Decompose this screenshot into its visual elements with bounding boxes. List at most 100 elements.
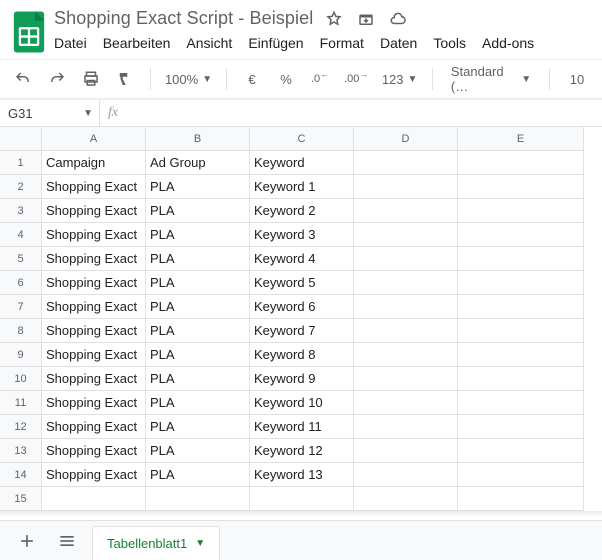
- font-size-input[interactable]: 10: [562, 66, 592, 92]
- sheet-tab-active[interactable]: Tabellenblatt1 ▼: [92, 526, 220, 560]
- cell[interactable]: PLA: [146, 391, 250, 415]
- row-header[interactable]: 7: [0, 295, 42, 319]
- cell[interactable]: PLA: [146, 367, 250, 391]
- cell[interactable]: Keyword 1: [250, 175, 354, 199]
- cell[interactable]: [250, 487, 354, 511]
- row-header[interactable]: 9: [0, 343, 42, 367]
- cell[interactable]: Keyword 7: [250, 319, 354, 343]
- cell[interactable]: [458, 415, 584, 439]
- menu-tools[interactable]: Tools: [433, 35, 466, 51]
- cell[interactable]: Shopping Exact: [42, 247, 146, 271]
- cell[interactable]: [458, 223, 584, 247]
- row-header[interactable]: 14: [0, 463, 42, 487]
- cell[interactable]: PLA: [146, 319, 250, 343]
- increase-decimal-button[interactable]: .00→: [341, 66, 371, 92]
- cloud-icon[interactable]: [389, 10, 407, 28]
- cell[interactable]: [354, 415, 458, 439]
- cell[interactable]: PLA: [146, 463, 250, 487]
- row-header[interactable]: 1: [0, 151, 42, 175]
- font-dropdown[interactable]: Standard (…▼: [445, 66, 537, 92]
- cell[interactable]: PLA: [146, 175, 250, 199]
- zoom-dropdown[interactable]: 100%▼: [163, 66, 214, 92]
- cell[interactable]: PLA: [146, 415, 250, 439]
- cell[interactable]: [354, 391, 458, 415]
- cell[interactable]: PLA: [146, 343, 250, 367]
- name-box[interactable]: G31▼: [0, 100, 100, 126]
- cell[interactable]: Shopping Exact: [42, 439, 146, 463]
- currency-button[interactable]: €: [239, 66, 265, 92]
- row-header[interactable]: 4: [0, 223, 42, 247]
- cell[interactable]: PLA: [146, 199, 250, 223]
- cell[interactable]: Shopping Exact: [42, 319, 146, 343]
- cell[interactable]: Keyword 9: [250, 367, 354, 391]
- row-header[interactable]: 10: [0, 367, 42, 391]
- row-header[interactable]: 11: [0, 391, 42, 415]
- select-all-corner[interactable]: [0, 127, 42, 151]
- percent-button[interactable]: %: [273, 66, 299, 92]
- cell[interactable]: [354, 175, 458, 199]
- undo-button[interactable]: [10, 66, 36, 92]
- add-sheet-button[interactable]: [12, 526, 42, 556]
- cell[interactable]: [354, 343, 458, 367]
- cell[interactable]: Keyword 6: [250, 295, 354, 319]
- doc-title[interactable]: Shopping Exact Script - Beispiel: [54, 8, 313, 29]
- row-header[interactable]: 2: [0, 175, 42, 199]
- formula-input[interactable]: [126, 100, 602, 126]
- cell[interactable]: Shopping Exact: [42, 295, 146, 319]
- cell[interactable]: [354, 223, 458, 247]
- cell[interactable]: Shopping Exact: [42, 271, 146, 295]
- cell[interactable]: Keyword 8: [250, 343, 354, 367]
- col-header-C[interactable]: C: [250, 127, 354, 151]
- cell[interactable]: Shopping Exact: [42, 223, 146, 247]
- cell[interactable]: Keyword 11: [250, 415, 354, 439]
- row-header[interactable]: 5: [0, 247, 42, 271]
- cell[interactable]: Shopping Exact: [42, 199, 146, 223]
- cell[interactable]: PLA: [146, 223, 250, 247]
- cell[interactable]: PLA: [146, 295, 250, 319]
- menu-ansicht[interactable]: Ansicht: [186, 35, 232, 51]
- cell[interactable]: [354, 487, 458, 511]
- spreadsheet-grid[interactable]: 123456789101112131415 ABCDE CampaignAd G…: [0, 127, 602, 511]
- row-header[interactable]: 13: [0, 439, 42, 463]
- cell[interactable]: [458, 439, 584, 463]
- col-header-B[interactable]: B: [146, 127, 250, 151]
- cell[interactable]: Keyword 10: [250, 391, 354, 415]
- cell[interactable]: [458, 247, 584, 271]
- menu-daten[interactable]: Daten: [380, 35, 417, 51]
- decrease-decimal-button[interactable]: .0←: [307, 66, 333, 92]
- cell[interactable]: [458, 487, 584, 511]
- cell[interactable]: Ad Group: [146, 151, 250, 175]
- row-header[interactable]: 6: [0, 271, 42, 295]
- col-header-D[interactable]: D: [354, 127, 458, 151]
- cell[interactable]: [354, 271, 458, 295]
- cell[interactable]: Shopping Exact: [42, 415, 146, 439]
- cell[interactable]: [42, 487, 146, 511]
- cell[interactable]: [354, 439, 458, 463]
- menu-format[interactable]: Format: [320, 35, 364, 51]
- cell[interactable]: [458, 343, 584, 367]
- cell[interactable]: [354, 247, 458, 271]
- cell[interactable]: PLA: [146, 247, 250, 271]
- cell[interactable]: Shopping Exact: [42, 463, 146, 487]
- cell[interactable]: [458, 463, 584, 487]
- cell[interactable]: [354, 151, 458, 175]
- row-header[interactable]: 15: [0, 487, 42, 511]
- sheets-logo[interactable]: [10, 8, 48, 56]
- cell[interactable]: PLA: [146, 271, 250, 295]
- cell[interactable]: Keyword: [250, 151, 354, 175]
- cell[interactable]: [458, 295, 584, 319]
- menu-einfügen[interactable]: Einfügen: [248, 35, 303, 51]
- all-sheets-button[interactable]: [52, 526, 82, 556]
- cell[interactable]: Shopping Exact: [42, 175, 146, 199]
- cell[interactable]: PLA: [146, 439, 250, 463]
- cell[interactable]: [458, 199, 584, 223]
- menu-bearbeiten[interactable]: Bearbeiten: [103, 35, 171, 51]
- row-header[interactable]: 12: [0, 415, 42, 439]
- cell[interactable]: Shopping Exact: [42, 367, 146, 391]
- cell[interactable]: [354, 295, 458, 319]
- cell[interactable]: [458, 391, 584, 415]
- cell[interactable]: [354, 199, 458, 223]
- cell[interactable]: [458, 367, 584, 391]
- col-header-E[interactable]: E: [458, 127, 584, 151]
- cell[interactable]: [354, 319, 458, 343]
